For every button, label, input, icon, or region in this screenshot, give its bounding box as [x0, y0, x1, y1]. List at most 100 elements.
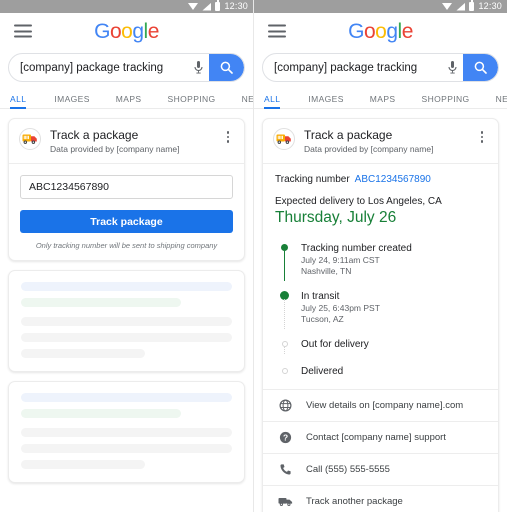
- microphone-icon[interactable]: [441, 61, 463, 74]
- action-call[interactable]: Call (555) 555-5555: [263, 454, 498, 486]
- action-track-another[interactable]: Track another package: [263, 486, 498, 512]
- tracking-number-input[interactable]: [20, 175, 233, 199]
- placeholder-bar: [21, 282, 232, 291]
- timeline-step-label: Out for delivery: [301, 338, 369, 350]
- card-title: Track a package: [304, 128, 393, 142]
- search-icon: [220, 61, 233, 74]
- result-placeholder-card-1: [8, 270, 245, 372]
- tab-maps[interactable]: MAPS: [116, 94, 142, 108]
- app-header: Google: [254, 13, 507, 49]
- hamburger-menu-icon[interactable]: [14, 24, 32, 38]
- status-bar-clock: 12:30: [224, 1, 248, 11]
- timeline-step-place: Tucson, AZ: [301, 314, 344, 325]
- placeholder-bar: [21, 428, 232, 437]
- timeline-dot-empty: [281, 367, 288, 374]
- tracking-number-row: Tracking number ABC1234567890: [275, 174, 486, 185]
- timeline-step-label: Delivered: [301, 365, 344, 377]
- microphone-icon[interactable]: [187, 61, 209, 74]
- timeline-step-out-for-delivery: Out for delivery: [281, 338, 486, 354]
- hamburger-menu-icon[interactable]: [268, 24, 286, 38]
- wifi-icon: [442, 2, 453, 11]
- placeholder-bar: [21, 460, 146, 469]
- google-logo: Google: [348, 21, 413, 42]
- timeline-step-time: July 25, 6:43pm PST: [301, 302, 380, 313]
- dual-panel-screenshot: 12:30 Google [company] package tracking: [0, 0, 507, 512]
- timeline-step-label: Tracking number created: [301, 243, 412, 254]
- placeholder-bar: [21, 393, 232, 402]
- shipment-timeline: Tracking number created July 24, 9:11am …: [263, 231, 498, 389]
- placeholder-bar: [21, 298, 182, 307]
- battery-icon: [469, 0, 475, 11]
- timeline-step-created: Tracking number created July 24, 9:11am …: [281, 242, 486, 281]
- logo-letter-e: e: [147, 19, 160, 43]
- status-bar: 12:30: [254, 0, 507, 13]
- tab-news[interactable]: NEWS: [496, 94, 507, 108]
- help-circle-icon: ?: [277, 431, 293, 444]
- action-label: Call (555) 555-5555: [306, 463, 390, 475]
- tracking-number-label: Tracking number: [275, 174, 350, 185]
- tab-images[interactable]: IMAGES: [308, 94, 343, 108]
- shipment-details: Tracking number ABC1234567890 Expected de…: [263, 164, 498, 231]
- action-label: View details on [company name].com: [306, 399, 464, 411]
- wifi-icon: [188, 2, 199, 11]
- search-tabs: ALL IMAGES MAPS SHOPPING NEWS: [254, 87, 507, 109]
- signal-icon: [202, 2, 212, 11]
- tracking-result-card: Track a package Data provided by [compan…: [262, 118, 499, 512]
- timeline-connector: [284, 346, 285, 354]
- logo-letter-o2: o: [375, 19, 387, 43]
- timeline-connector: [284, 298, 285, 329]
- search-bar-container: [company] package tracking: [0, 49, 253, 82]
- tab-news[interactable]: NEWS: [242, 94, 253, 108]
- logo-letter-g1: G: [94, 19, 110, 43]
- tab-shopping[interactable]: SHOPPING: [422, 94, 470, 108]
- card-header: Track a package Data provided by [compan…: [9, 119, 244, 164]
- card-subtitle: Data provided by [company name]: [304, 144, 434, 154]
- tracking-disclaimer: Only tracking number will be sent to shi…: [35, 241, 218, 250]
- action-list: View details on [company name].com ? Con…: [263, 388, 498, 512]
- truck-icon: [277, 496, 293, 507]
- search-icon: [474, 61, 487, 74]
- timeline-step-place: Nashville, TN: [301, 266, 352, 277]
- search-bar[interactable]: [company] package tracking: [262, 53, 499, 82]
- search-button[interactable]: [209, 54, 244, 81]
- action-label: Track another package: [306, 496, 403, 508]
- placeholder-bar: [21, 317, 232, 326]
- search-input[interactable]: [company] package tracking: [9, 62, 187, 74]
- left-phone-panel: 12:30 Google [company] package tracking: [0, 0, 253, 512]
- battery-icon: [215, 0, 221, 11]
- signal-icon: [456, 2, 466, 11]
- tab-all[interactable]: ALL: [264, 94, 281, 109]
- timeline-step-time: July 24, 9:11am CST: [301, 255, 380, 265]
- action-view-details[interactable]: View details on [company name].com: [263, 390, 498, 422]
- logo-letter-g2: g: [132, 19, 144, 43]
- search-bar[interactable]: [company] package tracking: [8, 53, 245, 82]
- search-button[interactable]: [463, 54, 498, 81]
- delivery-truck-icon: [273, 128, 295, 150]
- tab-shopping[interactable]: SHOPPING: [168, 94, 216, 108]
- placeholder-bar: [21, 409, 182, 418]
- action-contact-support[interactable]: ? Contact [company name] support: [263, 422, 498, 454]
- overflow-menu-icon[interactable]: [475, 128, 489, 143]
- placeholder-bar: [21, 349, 146, 358]
- logo-letter-o1: o: [363, 19, 376, 43]
- timeline-step-label: In transit: [301, 290, 340, 302]
- tab-all[interactable]: ALL: [10, 94, 27, 109]
- search-input[interactable]: [company] package tracking: [263, 62, 441, 74]
- tab-images[interactable]: IMAGES: [54, 94, 89, 108]
- overflow-menu-icon[interactable]: [221, 128, 235, 143]
- phone-icon: [277, 463, 293, 476]
- card-header: Track a package Data provided by [compan…: [263, 119, 498, 164]
- search-bar-container: [company] package tracking: [254, 49, 507, 82]
- google-logo: Google: [94, 21, 159, 42]
- track-package-button[interactable]: Track package: [20, 210, 233, 233]
- expected-delivery-date: Thursday, July 26: [275, 209, 397, 226]
- tracking-number-value[interactable]: ABC1234567890: [355, 174, 431, 185]
- app-header: Google: [0, 13, 253, 49]
- status-bar-clock: 12:30: [478, 1, 502, 11]
- expected-delivery-label: Expected delivery to Los Angeles, CA: [275, 196, 442, 207]
- tab-maps[interactable]: MAPS: [370, 94, 396, 108]
- action-label: Contact [company name] support: [306, 431, 446, 443]
- timeline-connector: [284, 251, 285, 281]
- timeline-step-delivered: Delivered: [281, 365, 486, 378]
- card-title: Track a package: [50, 128, 139, 142]
